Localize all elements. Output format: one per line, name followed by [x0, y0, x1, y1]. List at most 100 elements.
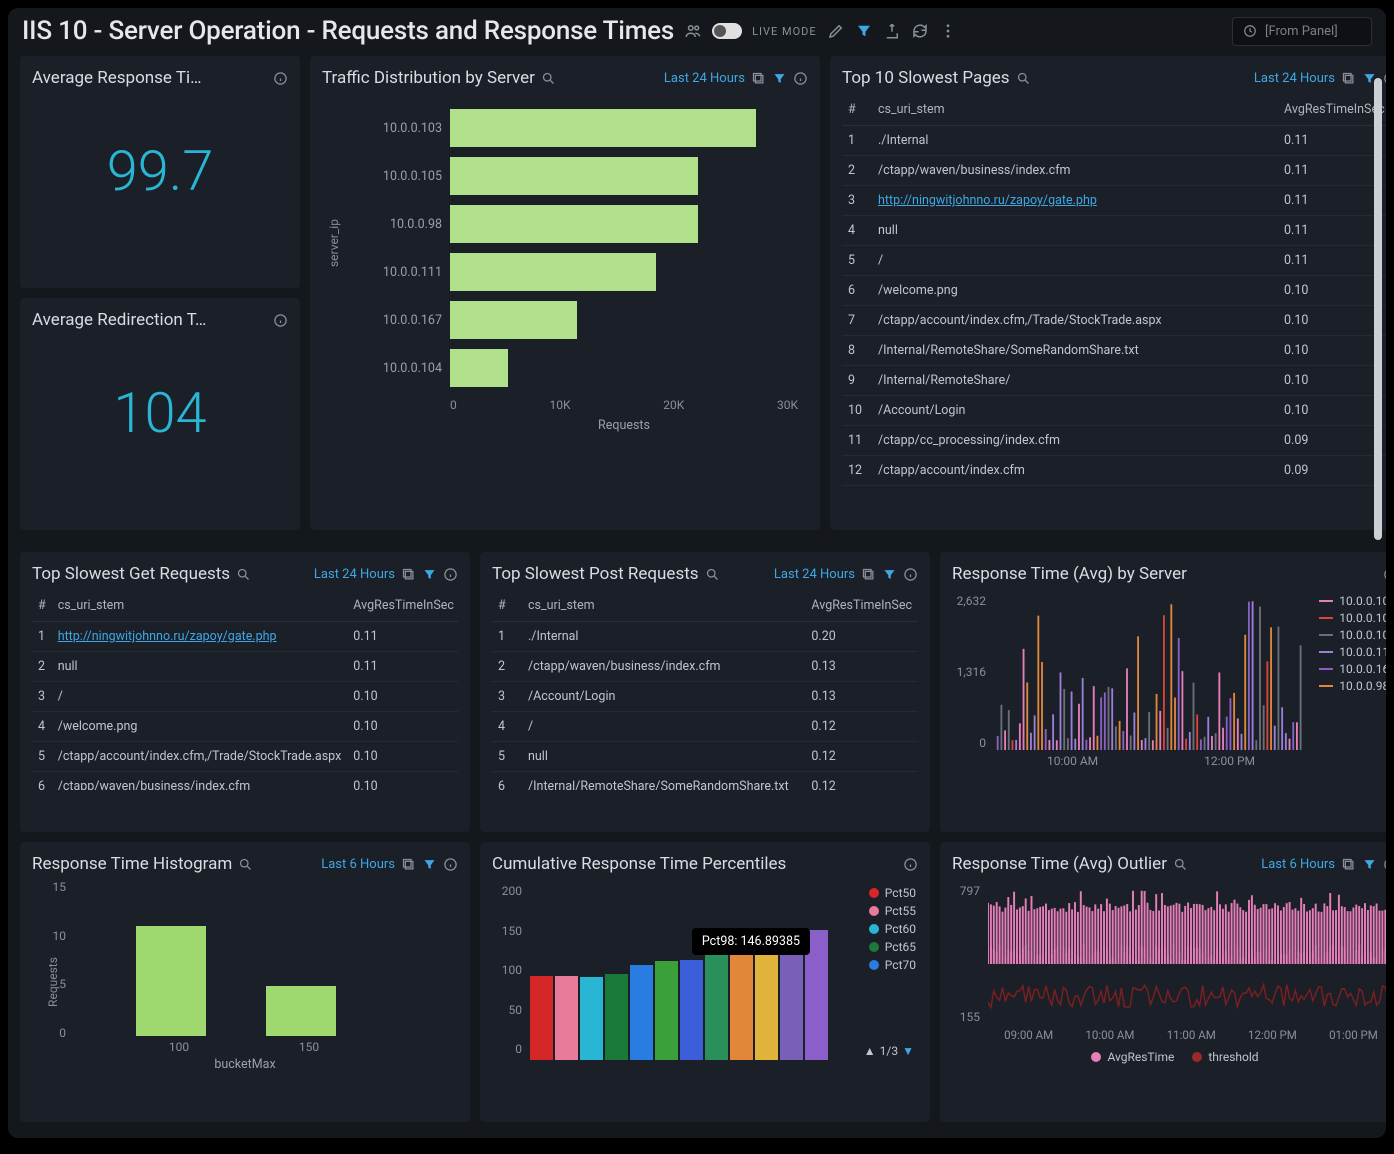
filter-icon[interactable]: [422, 567, 437, 582]
legend-item[interactable]: Pct70: [869, 958, 916, 972]
table-row[interactable]: 3/0.10: [32, 682, 458, 712]
table-row[interactable]: 6/Internal/RemoteShare/SomeRandomShare.t…: [492, 772, 918, 791]
table-row[interactable]: 2null0.11: [32, 652, 458, 682]
filter-icon[interactable]: [422, 857, 437, 872]
pager-down-icon[interactable]: ▼: [902, 1044, 914, 1058]
info-icon[interactable]: [273, 313, 288, 328]
time-range[interactable]: Last 6 Hours: [1261, 857, 1335, 872]
table-row[interactable]: 5null0.12: [492, 742, 918, 772]
more-icon[interactable]: [939, 22, 957, 40]
magnify-icon[interactable]: [1173, 857, 1188, 872]
magnify-icon[interactable]: [1016, 71, 1031, 86]
edit-icon[interactable]: [827, 22, 845, 40]
table-row[interactable]: 3http://ningwitjohnno.ru/zapoy/gate.php0…: [842, 186, 1386, 216]
col-num[interactable]: #: [842, 94, 872, 126]
post-table-wrap[interactable]: # cs_uri_stem AvgResTimeInSec 1./Interna…: [492, 590, 918, 790]
table-row[interactable]: 1./Internal0.11: [842, 126, 1386, 156]
info-icon[interactable]: [443, 857, 458, 872]
filter-icon[interactable]: [882, 567, 897, 582]
get-table-wrap[interactable]: # cs_uri_stem AvgResTimeInSec 1http://ni…: [32, 590, 458, 790]
info-icon[interactable]: [1383, 857, 1386, 872]
table-row[interactable]: 7/ctapp/account/index.cfm,/Trade/StockTr…: [842, 306, 1386, 336]
copy-icon[interactable]: [401, 857, 416, 872]
legend-pager[interactable]: ▲ 1/3 ▼: [864, 1044, 914, 1058]
scrollbar-thumb[interactable]: [1374, 78, 1382, 540]
from-panel-select[interactable]: [From Panel]: [1232, 17, 1372, 46]
col-stem[interactable]: cs_uri_stem: [52, 590, 348, 622]
info-icon[interactable]: [903, 567, 918, 582]
cell-num: 11: [842, 426, 872, 456]
hbar-label: 10.0.0.167: [372, 313, 442, 328]
col-stem[interactable]: cs_uri_stem: [522, 590, 805, 622]
table-row[interactable]: 8/Internal/RemoteShare/SomeRandomShare.t…: [842, 336, 1386, 366]
copy-icon[interactable]: [1341, 857, 1356, 872]
table-row[interactable]: 2/ctapp/waven/business/index.cfm0.13: [492, 652, 918, 682]
time-range[interactable]: Last 24 Hours: [664, 71, 745, 86]
copy-icon[interactable]: [861, 567, 876, 582]
table-row[interactable]: 3/Account/Login0.13: [492, 682, 918, 712]
table-row[interactable]: 5/ctapp/account/index.cfm,/Trade/StockTr…: [32, 742, 458, 772]
hbar-row: 10.0.0.103: [372, 104, 798, 152]
users-icon[interactable]: [684, 22, 702, 40]
magnify-icon[interactable]: [705, 567, 720, 582]
col-num[interactable]: #: [32, 590, 52, 622]
col-avg[interactable]: AvgResTimeInSec: [805, 590, 918, 622]
legend-item[interactable]: Pct50: [869, 886, 916, 900]
cell-avg: 0.10: [1278, 276, 1386, 306]
live-mode-toggle[interactable]: [712, 23, 742, 39]
col-avg[interactable]: AvgResTimeInSec: [1278, 94, 1386, 126]
table-row[interactable]: 2/ctapp/waven/business/index.cfm0.11: [842, 156, 1386, 186]
cell-stem[interactable]: http://ningwitjohnno.ru/zapoy/gate.php: [872, 186, 1278, 216]
col-num[interactable]: #: [492, 590, 522, 622]
table-row[interactable]: 12/ctapp/account/index.cfm0.09: [842, 456, 1386, 486]
panel-title: Top Slowest Get Requests: [32, 564, 230, 584]
copy-icon[interactable]: [1341, 71, 1356, 86]
filter-icon[interactable]: [772, 71, 787, 86]
magnify-icon[interactable]: [236, 567, 251, 582]
panel-title: Average Redirection T…: [32, 310, 206, 330]
table-row[interactable]: 1http://ningwitjohnno.ru/zapoy/gate.php0…: [32, 622, 458, 652]
time-range[interactable]: Last 24 Hours: [1254, 71, 1335, 86]
table-row[interactable]: 4/0.12: [492, 712, 918, 742]
top10-table-wrap[interactable]: # cs_uri_stem AvgResTimeInSec 1./Interna…: [842, 94, 1386, 486]
table-row[interactable]: 5/0.11: [842, 246, 1386, 276]
copy-icon[interactable]: [751, 71, 766, 86]
table-row[interactable]: 1./Internal0.20: [492, 622, 918, 652]
magnify-icon[interactable]: [238, 857, 253, 872]
table-row[interactable]: 11/ctapp/cc_processing/index.cfm0.09: [842, 426, 1386, 456]
table-row[interactable]: 9/Internal/RemoteShare/0.10: [842, 366, 1386, 396]
legend-item[interactable]: Pct65: [869, 940, 916, 954]
col-stem[interactable]: cs_uri_stem: [872, 94, 1278, 126]
legend-item[interactable]: AvgResTime: [1091, 1050, 1174, 1064]
cell-num: 6: [492, 772, 522, 791]
pager-up-icon[interactable]: ▲: [864, 1044, 876, 1058]
refresh-icon[interactable]: [911, 22, 929, 40]
copy-icon[interactable]: [401, 567, 416, 582]
legend-item[interactable]: Pct55: [869, 904, 916, 918]
table-row[interactable]: 4null0.11: [842, 216, 1386, 246]
info-icon[interactable]: [273, 71, 288, 86]
time-range[interactable]: Last 24 Hours: [774, 567, 855, 582]
table-row[interactable]: 6/welcome.png0.10: [842, 276, 1386, 306]
time-range[interactable]: Last 24 Hours: [314, 567, 395, 582]
table-row[interactable]: 4/welcome.png0.10: [32, 712, 458, 742]
magnify-icon[interactable]: [541, 71, 556, 86]
export-icon[interactable]: [883, 22, 901, 40]
table-row[interactable]: 10/Account/Login0.10: [842, 396, 1386, 426]
page-scrollbar[interactable]: [1374, 78, 1382, 1128]
info-icon[interactable]: [1383, 71, 1386, 86]
legend-item[interactable]: Pct60: [869, 922, 916, 936]
hbar-row: 10.0.0.98: [372, 200, 798, 248]
cell-stem[interactable]: http://ningwitjohnno.ru/zapoy/gate.php: [52, 622, 348, 652]
cell-stem: /welcome.png: [872, 276, 1278, 306]
info-icon[interactable]: [903, 857, 918, 872]
time-range[interactable]: Last 6 Hours: [321, 857, 395, 872]
cell-num: 10: [842, 396, 872, 426]
info-icon[interactable]: [793, 71, 808, 86]
col-avg[interactable]: AvgResTimeInSec: [347, 590, 458, 622]
info-icon[interactable]: [1383, 567, 1386, 582]
filter-icon[interactable]: [855, 22, 873, 40]
table-row[interactable]: 6/ctapp/waven/business/index.cfm0.10: [32, 772, 458, 791]
legend-item[interactable]: threshold: [1192, 1050, 1258, 1064]
info-icon[interactable]: [443, 567, 458, 582]
